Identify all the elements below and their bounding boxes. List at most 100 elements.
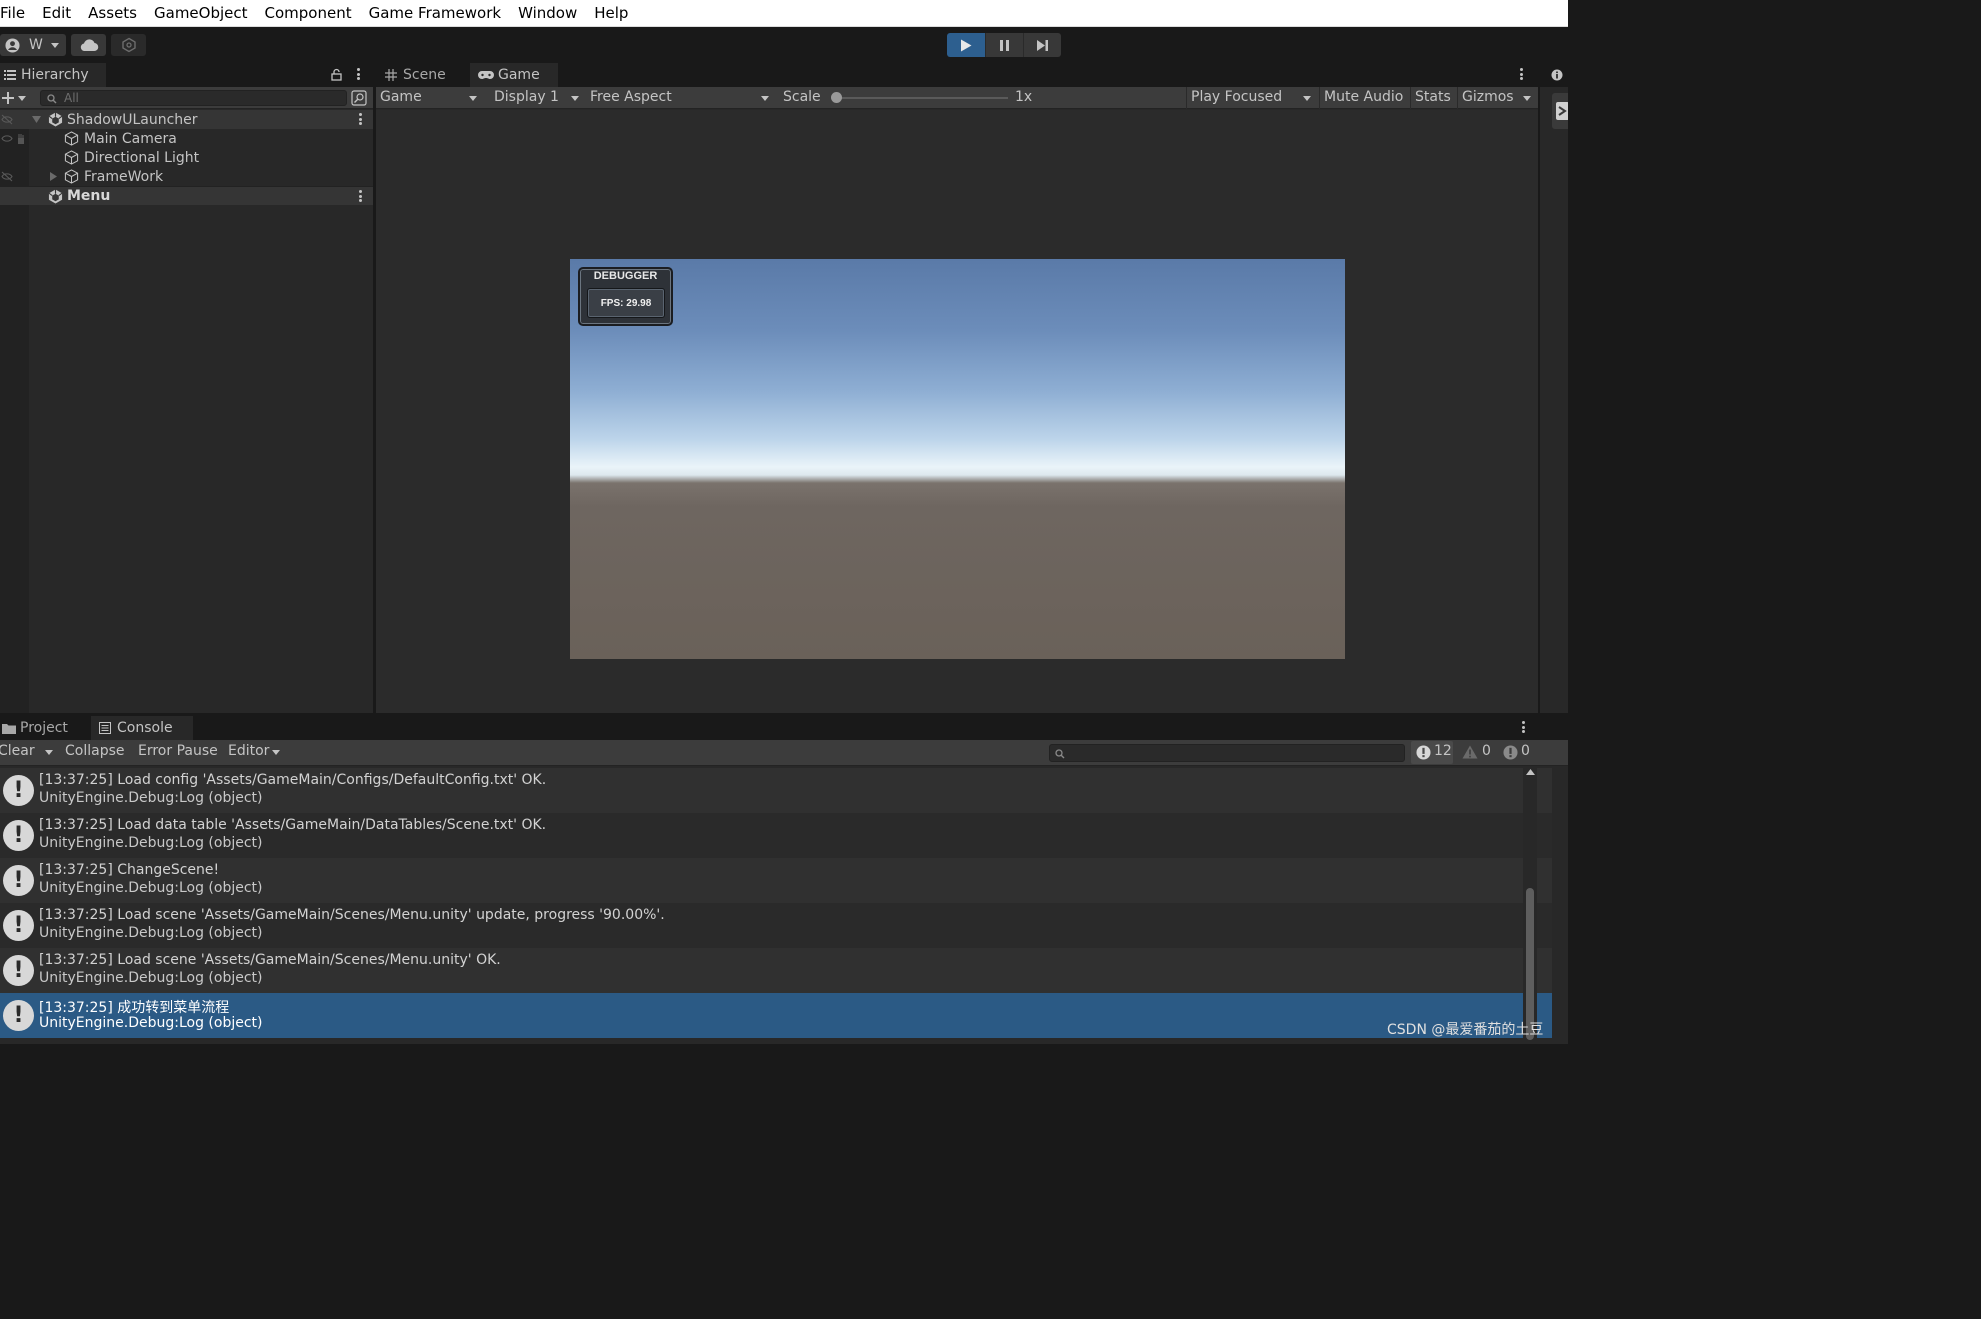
view-menu-icon[interactable]	[1520, 68, 1524, 80]
tab-game[interactable]: Game	[470, 63, 558, 87]
collapse-toggle[interactable]: Collapse	[65, 743, 125, 759]
hierarchy-item-shadowulauncher[interactable]: ShadowULauncher	[0, 110, 373, 129]
console-entry[interactable]: ! [13:37:25] Load data table 'Assets/Gam…	[0, 813, 1552, 858]
console-entry[interactable]: ! [13:37:25] Load scene 'Assets/GameMain…	[0, 948, 1552, 993]
scale-slider-track[interactable]	[832, 97, 1008, 99]
cloud-button[interactable]	[71, 34, 106, 56]
chevron-down-icon[interactable]	[45, 750, 53, 755]
hidden-eye-icon[interactable]	[1, 114, 13, 125]
warning-icon	[1462, 745, 1478, 759]
hidden-eye-icon[interactable]	[1, 171, 13, 182]
expand-arrow-icon[interactable]	[32, 116, 41, 123]
chevron-down-icon	[1523, 96, 1531, 101]
mute-audio-toggle[interactable]: Mute Audio	[1319, 87, 1410, 109]
lock-icon[interactable]	[331, 68, 342, 81]
menu-window[interactable]: Window	[510, 0, 586, 27]
info-icon[interactable]	[1551, 69, 1563, 81]
tab-project[interactable]: Project	[0, 716, 90, 740]
play-focused-dropdown[interactable]: Play Focused	[1186, 87, 1319, 109]
game-view-panel: Scene Game Game Display 1 Free Aspect Sc…	[376, 63, 1538, 713]
hierarchy-item-label: Main Camera	[84, 130, 177, 147]
search-icon	[47, 94, 57, 104]
log-stacktrace: UnityEngine.Debug:Log (object)	[39, 790, 263, 806]
error-count-toggle[interactable]: 0	[1500, 741, 1536, 764]
hidden-eye-icon[interactable]	[1, 133, 13, 144]
editor-dropdown[interactable]: Editor	[225, 740, 285, 765]
hierarchy-item-main-camera[interactable]: Main Camera	[0, 129, 373, 148]
display-label: Display 1	[494, 89, 559, 105]
pickable-hand-icon[interactable]	[15, 133, 27, 145]
chevron-down-icon	[272, 750, 280, 755]
hierarchy-menu-icon[interactable]	[357, 68, 361, 80]
scrollbar-thumb[interactable]	[1526, 888, 1534, 1040]
menu-file[interactable]: File	[0, 0, 34, 27]
console-scrollbar[interactable]	[1523, 766, 1537, 1044]
collab-button[interactable]	[111, 34, 146, 56]
hierarchy-item-directional-light[interactable]: Directional Light	[0, 148, 373, 167]
error-count: 0	[1521, 743, 1530, 759]
hierarchy-panel: Hierarchy All ShadowULauncher Main Camer…	[0, 63, 373, 713]
log-message: [13:37:25] ChangeScene!	[39, 862, 220, 878]
stats-toggle[interactable]: Stats	[1410, 87, 1457, 109]
scene-search-icon[interactable]	[351, 90, 367, 106]
main-toolbar: W	[0, 27, 1568, 63]
editor-label: Editor	[228, 743, 270, 759]
menu-help[interactable]: Help	[586, 0, 637, 27]
game-render[interactable]: DEBUGGER FPS: 29.98	[570, 259, 1345, 659]
hierarchy-item-label: Menu	[67, 188, 111, 204]
hierarchy-item-menu[interactable]: Menu	[0, 186, 373, 205]
folder-icon	[2, 723, 16, 734]
menu-component[interactable]: Component	[257, 0, 361, 27]
aspect-dropdown[interactable]: Free Aspect	[586, 87, 774, 109]
log-count-toggle[interactable]: 12	[1411, 741, 1453, 764]
hierarchy-search-input[interactable]: All	[40, 90, 347, 106]
hierarchy-searchbar: All	[0, 87, 373, 109]
clear-button[interactable]: Clear	[0, 740, 57, 765]
gizmos-label: Gizmos	[1462, 89, 1514, 105]
step-button[interactable]	[1023, 33, 1061, 57]
unity-scene-icon	[48, 112, 63, 127]
menu-gameobject[interactable]: GameObject	[146, 0, 257, 27]
game-dropdown[interactable]: Game	[376, 87, 482, 109]
inspector-object-icon[interactable]	[1552, 93, 1568, 129]
console-search-input[interactable]	[1049, 744, 1405, 762]
display-dropdown[interactable]: Display 1	[486, 87, 583, 109]
info-log-icon: !	[3, 820, 34, 851]
console-entry[interactable]: ! [13:37:25] Load config 'Assets/GameMai…	[0, 768, 1552, 813]
fps-counter-button[interactable]: FPS: 29.98	[587, 288, 665, 318]
info-bubble-icon	[1416, 745, 1431, 760]
tab-hierarchy[interactable]: Hierarchy	[0, 63, 106, 87]
hierarchy-item-label: FrameWork	[84, 168, 164, 185]
pause-button[interactable]	[985, 33, 1023, 57]
info-log-icon: !	[3, 865, 34, 896]
scene-menu-icon[interactable]	[359, 190, 363, 202]
tab-console[interactable]: Console	[91, 716, 193, 740]
error-pause-toggle[interactable]: Error Pause	[138, 743, 218, 759]
warning-count-toggle[interactable]: 0	[1459, 741, 1497, 764]
scene-menu-icon[interactable]	[359, 113, 363, 125]
play-controls	[947, 33, 1061, 57]
console-tabstrip: Project Console	[0, 716, 1568, 740]
console-menu-icon[interactable]	[1522, 721, 1526, 733]
game-viewport[interactable]: DEBUGGER FPS: 29.98	[376, 110, 1538, 713]
scroll-up-icon[interactable]	[1526, 769, 1535, 775]
chevron-down-icon[interactable]	[18, 96, 26, 101]
debugger-window[interactable]: DEBUGGER FPS: 29.98	[578, 267, 673, 326]
menu-assets[interactable]: Assets	[80, 0, 146, 27]
watermark: CSDN @最爱番茄的土豆	[1387, 1022, 1544, 1038]
play-button[interactable]	[947, 33, 985, 57]
console-entry[interactable]: ! [13:37:25] ChangeScene! UnityEngine.De…	[0, 858, 1552, 903]
log-stacktrace: UnityEngine.Debug:Log (object)	[39, 970, 263, 986]
menu-game-framework[interactable]: Game Framework	[361, 0, 510, 27]
account-dropdown[interactable]: W	[0, 34, 66, 56]
tab-scene[interactable]: Scene	[376, 63, 468, 87]
plus-icon[interactable]	[2, 92, 14, 104]
menu-edit[interactable]: Edit	[34, 0, 80, 27]
gizmos-dropdown[interactable]: Gizmos	[1457, 87, 1538, 109]
console-entry[interactable]: ! [13:37:25] Load scene 'Assets/GameMain…	[0, 903, 1552, 948]
collapse-arrow-icon[interactable]	[50, 172, 57, 181]
hierarchy-item-framework[interactable]: FrameWork	[0, 167, 373, 186]
scale-slider-handle[interactable]	[831, 92, 842, 103]
info-log-icon: !	[3, 775, 34, 806]
console-entry-selected[interactable]: ! [13:37:25] 成功转到菜单流程 UnityEngine.Debug:…	[0, 993, 1552, 1038]
